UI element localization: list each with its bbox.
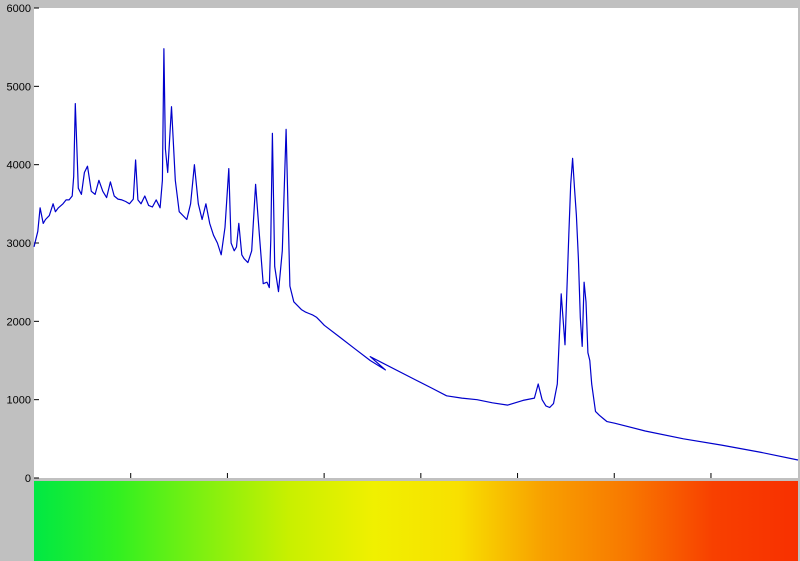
y-tick-label: 1000 xyxy=(7,395,31,407)
y-tick-label: 2000 xyxy=(7,316,31,328)
spectrum-chart: 0 1000 2000 3000 4000 5000 6000 xyxy=(7,3,799,561)
y-tick-label: 3000 xyxy=(7,238,31,250)
wavelength-color-bar xyxy=(34,481,798,561)
plot-area xyxy=(34,8,798,478)
y-tick-label: 5000 xyxy=(7,81,31,93)
y-tick-label: 6000 xyxy=(7,3,31,15)
y-tick-label: 0 xyxy=(25,473,31,485)
y-tick-label: 4000 xyxy=(7,160,31,172)
